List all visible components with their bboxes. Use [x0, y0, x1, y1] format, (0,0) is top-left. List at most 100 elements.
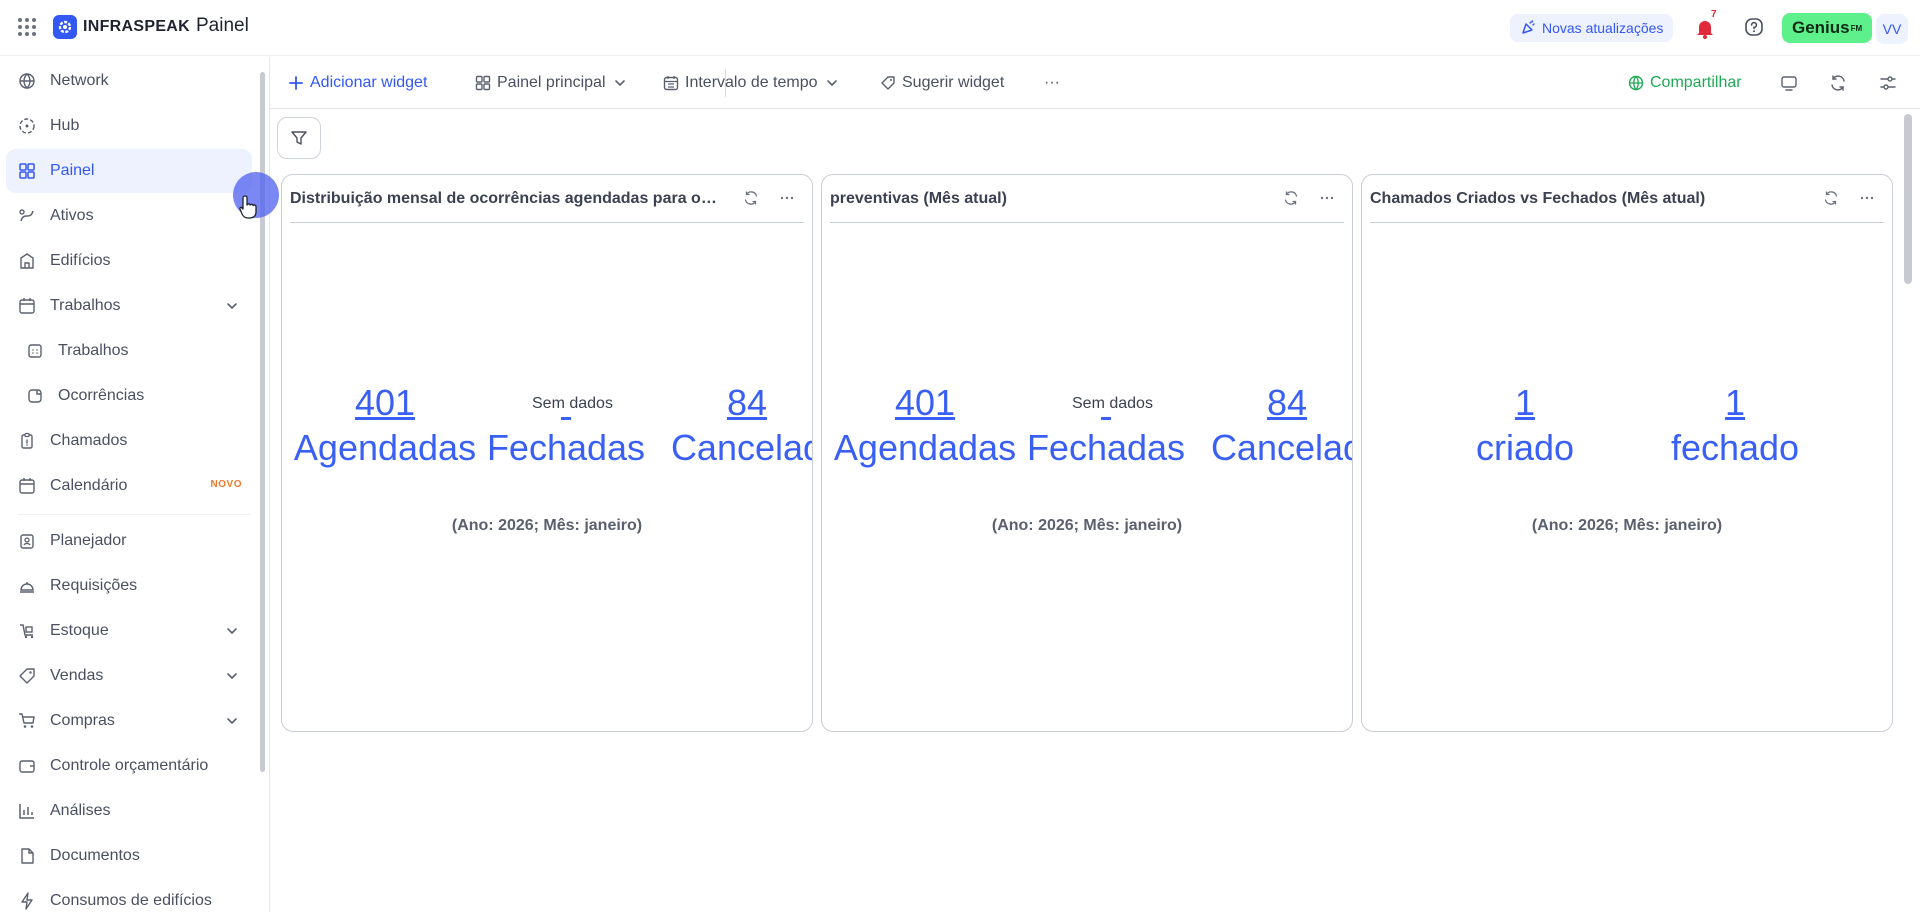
more-options-icon[interactable] — [778, 189, 796, 207]
sidebar-item-planejador[interactable]: Planejador — [6, 519, 252, 563]
sidebar-item-label: Edifícios — [50, 252, 111, 269]
dashboard-select[interactable]: Painel principal — [475, 71, 628, 95]
sidebar-item-hub[interactable]: Hub — [6, 104, 252, 148]
apps-grid-icon[interactable] — [18, 18, 36, 36]
kpi-cancelled[interactable]: 84 Cancelad — [1192, 381, 1352, 471]
refresh-icon[interactable] — [1822, 189, 1840, 207]
assets-icon — [18, 207, 36, 225]
more-options-button[interactable]: ··· — [1044, 71, 1060, 95]
refresh-icon[interactable] — [1282, 189, 1300, 207]
more-options-icon[interactable] — [1318, 189, 1336, 207]
wallet-icon — [18, 757, 36, 775]
genius-fm-button[interactable]: Genius FM — [1782, 13, 1873, 43]
kpi-closed[interactable]: 1 fechado — [1660, 381, 1810, 471]
sidebar-item-trabalhos[interactable]: Trabalhos — [14, 329, 252, 373]
kpi-label: Cancelad — [670, 427, 813, 468]
plus-icon — [289, 76, 303, 90]
more-options-icon[interactable] — [1858, 189, 1876, 207]
kpi-scheduled[interactable]: 401 Agendadas — [290, 381, 480, 471]
sidebar-item-label: Hub — [50, 117, 80, 134]
monitor-icon — [1781, 76, 1797, 91]
share-button[interactable]: Compartilhar — [1628, 71, 1742, 95]
new-badge: NOVO — [210, 479, 242, 490]
tv-mode-button[interactable] — [1777, 71, 1801, 95]
kpi-created[interactable]: 1 criado — [1450, 381, 1600, 471]
top-bar: INFRASPEAK Painel Novas atualizações 7 G… — [0, 0, 1920, 56]
planner-icon — [18, 532, 36, 550]
sidebar-item-painel[interactable]: Painel — [6, 149, 252, 193]
page-title: Painel — [196, 15, 249, 36]
network-icon — [18, 72, 36, 90]
refresh-icon[interactable] — [742, 189, 760, 207]
sidebar-item-label: Estoque — [50, 622, 109, 639]
sidebar-item-documentos[interactable]: Documentos — [6, 834, 252, 878]
sidebar-item-label: Documentos — [50, 847, 140, 864]
kpi-label: Agendadas — [833, 427, 1017, 468]
widget-header: Distribuição mensal de ocorrências agend… — [290, 175, 804, 223]
building-icon — [18, 252, 36, 270]
chevron-down-icon — [227, 303, 237, 310]
hand-cursor-icon — [239, 195, 257, 219]
sidebar-item-label: Painel — [50, 162, 95, 179]
period-label: (Ano: 2026; Mês: janeiro) — [1531, 517, 1723, 534]
genius-label: Genius — [1792, 18, 1850, 37]
widget-card: preventivas (Mês atual) 401 Agendadas Fe… — [821, 174, 1353, 732]
add-widget-button[interactable]: Adicionar widget — [288, 71, 427, 95]
sidebar-item-label: Trabalhos — [50, 297, 121, 314]
sidebar-item-calendario[interactable]: Calendário NOVO — [6, 464, 252, 508]
brand-logo[interactable]: INFRASPEAK — [53, 15, 190, 39]
kpi-cancelled[interactable]: 84 Cancelad — [652, 381, 813, 471]
suggest-widget-label: Sugerir widget — [902, 74, 1005, 91]
widget-title: preventivas (Mês atual) — [830, 189, 1007, 207]
occurrence-icon — [26, 387, 44, 405]
dashboard-select-label: Painel principal — [497, 74, 606, 91]
sidebar-item-compras[interactable]: Compras — [6, 699, 252, 743]
sidebar-item-label: Compras — [50, 712, 115, 729]
sidebar-item-label: Network — [50, 72, 109, 89]
main-scrollbar[interactable] — [1904, 114, 1912, 284]
kpi-value: 401 — [894, 382, 956, 423]
dashboard-icon — [475, 75, 491, 91]
chevron-down-icon — [227, 673, 237, 680]
sidebar-item-controle-orcamentario[interactable]: Controle orçamentário — [6, 744, 252, 788]
tag-icon — [18, 667, 36, 685]
kpi-scheduled[interactable]: 401 Agendadas — [830, 381, 1020, 471]
sidebar: Network Hub Painel Ativos Edifícios Trab… — [0, 57, 266, 912]
kpi-value: 84 — [1266, 382, 1308, 423]
suggest-widget-button[interactable]: Sugerir widget — [880, 71, 1004, 95]
no-data-label: Sem dados — [1072, 395, 1153, 412]
party-popper-icon — [1522, 20, 1535, 34]
new-updates-button[interactable]: Novas atualizações — [1510, 14, 1674, 42]
sidebar-item-analises[interactable]: Análises — [6, 789, 252, 833]
sidebar-item-vendas[interactable]: Vendas — [6, 654, 252, 698]
chevron-down-icon — [227, 628, 237, 635]
time-interval-select[interactable]: Intervalo de tempo — [663, 71, 840, 95]
sidebar-item-ocorrencias[interactable]: Ocorrências — [14, 374, 252, 418]
sidebar-item-label: Requisições — [50, 577, 138, 594]
tag-icon — [881, 76, 895, 90]
sidebar-item-chamados[interactable]: Chamados — [6, 419, 252, 463]
sidebar-item-network[interactable]: Network — [6, 59, 252, 103]
refresh-all-button[interactable] — [1826, 71, 1850, 95]
chevron-down-icon — [227, 718, 237, 725]
sidebar-item-ativos[interactable]: Ativos — [6, 194, 252, 238]
kpi-label: criado — [1475, 427, 1575, 468]
help-icon[interactable] — [1744, 17, 1764, 37]
kpi-label: Fechadas — [1026, 427, 1186, 468]
filter-button[interactable] — [277, 117, 321, 159]
sidebar-item-edificios[interactable]: Edifícios — [6, 239, 252, 283]
sidebar-item-trabalhos-group[interactable]: Trabalhos — [6, 284, 252, 328]
sidebar-item-consumos-edificios[interactable]: Consumos de edifícios — [6, 879, 252, 912]
user-avatar[interactable]: VV — [1876, 14, 1908, 44]
settings-button[interactable] — [1876, 71, 1900, 95]
calendar-icon — [663, 76, 679, 91]
sidebar-item-estoque[interactable]: Estoque — [6, 609, 252, 653]
filter-icon — [291, 131, 307, 145]
no-data-label: Sem dados — [532, 395, 613, 412]
globe-icon — [1628, 75, 1644, 91]
sidebar-item-label: Trabalhos — [58, 342, 129, 359]
service-bell-icon — [18, 577, 36, 595]
bar-chart-icon — [18, 802, 36, 820]
sidebar-item-requisicoes[interactable]: Requisições — [6, 564, 252, 608]
brand-name: INFRASPEAK — [83, 18, 191, 35]
